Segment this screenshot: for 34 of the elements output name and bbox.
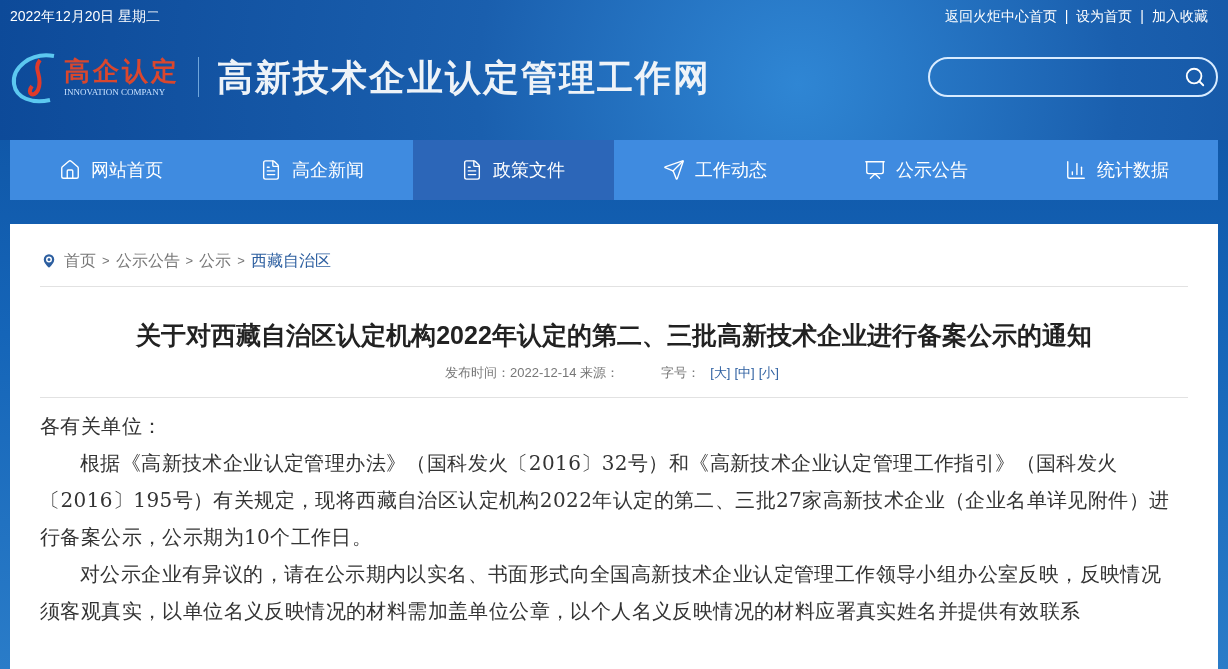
font-size-link[interactable]: [中] [734,363,755,383]
search-field[interactable] [928,57,1218,97]
breadcrumb-separator: > [102,252,110,271]
salutation: 各有关单位： [40,412,164,440]
font-size-link[interactable]: [小] [758,363,779,383]
separator: | [1064,6,1069,26]
breadcrumb-link[interactable]: 公示公告 [115,249,180,273]
article-paragraph: 根据《高新技术企业认定管理办法》（国科发火〔2016〕32号）和《高新技术企业认定管理工作指引》（国科发火〔2016〕195号）有关规定，现将西藏自治区认定机构2022年认定的第二、三批27家高新技术企业（企业名单详见附件）进行备案公示，公示期为10个工作日。 [40,449,1171,551]
font-size-label: 字号： [661,364,701,382]
breadcrumb-link[interactable]: 西藏自治区 [250,249,331,273]
logo-text: 高企认定 [64,56,180,86]
header-link[interactable]: 返回火炬中心首页 [944,5,1057,27]
house-icon [58,159,81,181]
logo-subtitle: INNOVATION COMPANY [64,86,166,98]
article-title: 关于对西藏自治区认定机构2022年认定的第二、三批高新技术企业进行备案公示的通知 [135,320,1093,351]
header-link[interactable]: 设为首页 [1076,5,1133,27]
article-paragraph: 对公示企业有异议的，请在公示期内以实名、书面形式向全国高新技术企业认定管理工作领导小组办公室反映，反映情况须客观真实，以单位名义反映情况的材料需加盖单位公章，以个人名义反映情况的材料应署真实姓名并提供有效联系 [40,560,1163,625]
header-link[interactable]: 加入收藏 [1152,5,1208,27]
breadcrumb-separator: > [237,252,245,271]
paper-plane-icon [662,159,685,181]
search-icon[interactable] [1184,66,1206,88]
nav-tab[interactable]: 政策文件 [412,140,614,200]
date-text: 2022年12月20日 星期二 [10,6,161,26]
document-icon [260,159,282,181]
site-title: 高新技术企业认定管理工作网 [217,55,711,100]
breadcrumb-link[interactable]: 公示 [199,249,232,273]
publish-info: 发布时间：2022-12-14 来源： [445,364,620,382]
board-icon [863,159,886,181]
breadcrumb-separator: > [185,252,194,271]
separator: | [1140,6,1144,26]
breadcrumb-link[interactable]: 首页 [64,249,96,273]
chart-icon [1065,159,1088,181]
font-size-link[interactable]: [大] [710,363,731,383]
location-pin-icon [40,252,58,270]
